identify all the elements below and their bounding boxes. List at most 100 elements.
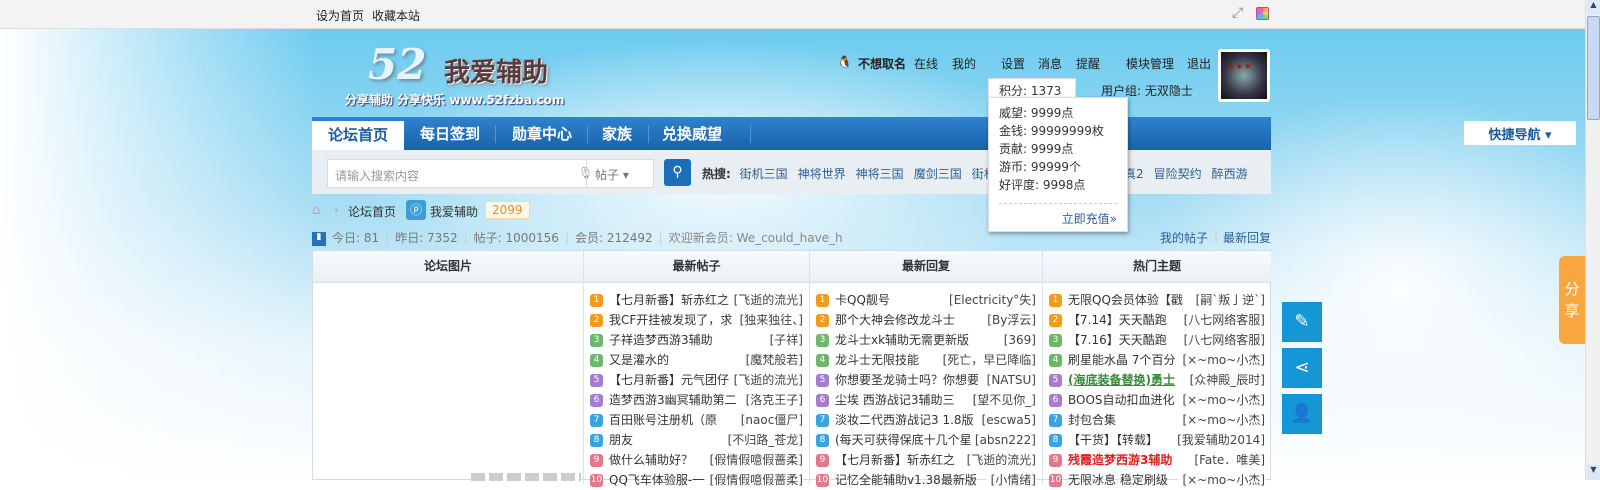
topic-title[interactable]: 封包合集 xyxy=(1068,413,1116,427)
topic-author[interactable]: [八七网络客服] xyxy=(1179,330,1265,350)
topic-author[interactable]: [absn222] xyxy=(970,430,1036,450)
post-button[interactable]: ✎ xyxy=(1282,302,1322,342)
topic-author[interactable]: [小情绪] xyxy=(986,470,1036,490)
logo-number[interactable]: 52 xyxy=(368,40,426,89)
topic-title[interactable]: 【干货】【转载】 xyxy=(1068,433,1158,447)
topic-title[interactable]: 子祥造梦西游3辅助 xyxy=(609,333,713,347)
topic-title[interactable]: 【7.14】天天酷跑 xyxy=(1068,313,1167,327)
topic-title[interactable]: 无限QQ会员体验【戳 xyxy=(1068,293,1183,307)
list-item[interactable]: 2 【7.14】天天酷跑 [八七网络客服] xyxy=(1043,310,1271,330)
user-link-mine[interactable]: 我的 xyxy=(952,55,976,72)
topic-title[interactable]: 造梦西游3幽冥辅助第二 xyxy=(609,393,737,407)
search-input[interactable]: 请输入搜索内容 xyxy=(335,167,419,184)
recharge-link[interactable]: 立即充值» xyxy=(1062,212,1117,226)
list-item[interactable]: 10 记忆全能辅助v1.38最新版 [小情绪] xyxy=(810,470,1042,490)
list-item[interactable]: 2 那个大神会修改龙斗士 [By浮云] xyxy=(810,310,1042,330)
topic-author[interactable]: [×~mo~小杰] xyxy=(1178,410,1265,430)
list-item[interactable]: 10 QQ飞车体验服-一 [假情假噫假蔷柔] xyxy=(584,470,809,490)
topic-author[interactable]: [望不见你_] xyxy=(968,390,1036,410)
list-item[interactable]: 6 造梦西游3幽冥辅助第二 [洛克王子] xyxy=(584,390,809,410)
topic-author[interactable]: [369] xyxy=(999,330,1036,350)
topic-author[interactable]: [×~mo~小杰] xyxy=(1178,390,1265,410)
search-type-select[interactable]: 帖子 ▾ xyxy=(586,160,653,187)
list-item[interactable]: 4 龙斗士无限技能 [死亡，早已降临] xyxy=(810,350,1042,370)
list-item[interactable]: 4 刷星能水晶 7个百分 [×~mo~小杰] xyxy=(1043,350,1271,370)
nav-item-family[interactable]: 家族 xyxy=(602,123,632,144)
home-icon[interactable]: ⌂ xyxy=(312,203,320,218)
list-item[interactable]: 8 朋友 [不归路_苍龙] xyxy=(584,430,809,450)
topic-author[interactable]: [众神殿_辰时] xyxy=(1185,370,1265,390)
latest-replies-link[interactable]: 最新回复 xyxy=(1223,229,1271,246)
user-link-logout[interactable]: 退出 xyxy=(1187,55,1211,72)
newest-member[interactable]: 欢迎新会员: We_could_have_h xyxy=(669,231,843,245)
nav-item-medal-center[interactable]: 勋章中心 xyxy=(512,123,572,144)
list-item[interactable]: 7 淡妆二代西游战记3 1.8版 [escwa5] xyxy=(810,410,1042,430)
scroll-up-arrow[interactable]: ▲ xyxy=(1587,0,1600,15)
search-button[interactable]: ⚲ xyxy=(664,159,691,186)
topic-title[interactable]: BOOS自动扣血进化 xyxy=(1068,393,1175,407)
list-item[interactable]: 1 无限QQ会员体验【戳 [嗣`叛亅逆`] xyxy=(1043,290,1271,310)
breadcrumb-forum-home[interactable]: 论坛首页 xyxy=(348,203,396,220)
breadcrumb-forum[interactable]: 我爱辅助 xyxy=(430,203,478,220)
list-item[interactable]: 3 【7.16】天天酷跑 [八七网络客服] xyxy=(1043,330,1271,350)
topic-author[interactable]: [escwa5] xyxy=(977,410,1036,430)
list-item[interactable]: 4 又是灌水的 [魔梵般若] xyxy=(584,350,809,370)
topic-author[interactable]: [魔梵般若] xyxy=(741,350,803,370)
color-theme-icon[interactable] xyxy=(1256,7,1269,20)
user-center-button[interactable]: 👤 xyxy=(1282,394,1322,434)
topic-author[interactable]: [子祥] xyxy=(765,330,803,350)
topic-title[interactable]: 【七月新番】元气团仔 xyxy=(609,373,729,387)
user-link-settings[interactable]: 设置 xyxy=(1001,55,1025,72)
topic-title[interactable]: 卡QQ靓号 xyxy=(835,293,890,307)
topic-title[interactable]: 【七月新番】斩赤红之 xyxy=(609,293,729,307)
list-item[interactable]: 9 做什么辅助好？ [假情假噫假蔷柔] xyxy=(584,450,809,470)
topic-author[interactable]: [八七网络客服] xyxy=(1179,310,1265,330)
topic-title[interactable]: 无限冰息 稳定刷级 xyxy=(1068,473,1168,487)
fullscreen-icon[interactable]: ⤢ xyxy=(1232,5,1243,21)
topic-author[interactable]: [×~mo~小杰] xyxy=(1178,350,1265,370)
topic-author[interactable]: [独来独往、] xyxy=(735,310,803,330)
topic-title[interactable]: 朋友 xyxy=(609,433,633,447)
list-item[interactable]: 1 【七月新番】斩赤红之 [飞逝的流光] xyxy=(584,290,809,310)
share-tab[interactable]: 分享 xyxy=(1559,256,1585,344)
list-item[interactable]: 9 【七月新番】斩赤红之 [飞逝的流光] xyxy=(810,450,1042,470)
scroll-down-arrow[interactable]: ▼ xyxy=(1587,465,1600,480)
topic-author[interactable]: [×~mo~小杰] xyxy=(1178,470,1265,490)
logo-text[interactable]: 我爱辅助 xyxy=(444,52,548,89)
topic-title[interactable]: 刷星能水晶 7个百分 xyxy=(1068,353,1175,367)
hot-link[interactable]: 魔剑三国 xyxy=(914,167,962,181)
nav-item-daily-checkin[interactable]: 每日签到 xyxy=(420,123,480,144)
list-item[interactable]: 10 无限冰息 稳定刷级 [×~mo~小杰] xyxy=(1043,470,1271,490)
topic-author[interactable]: [嗣`叛亅逆`] xyxy=(1191,290,1265,310)
topic-author[interactable]: [我爱辅助2014] xyxy=(1173,430,1265,450)
scrollbar-thumb[interactable] xyxy=(1587,16,1600,120)
list-item[interactable]: 8 (每天可获得保底十几个星 [absn222] xyxy=(810,430,1042,450)
points-dropdown-toggle[interactable]: 积分: 1373 ▾ xyxy=(988,78,1076,113)
hot-link[interactable]: 冒险契约 xyxy=(1154,167,1202,181)
list-item[interactable]: 9 残霞造梦西游3辅助 [Fate．唯美] xyxy=(1043,450,1271,470)
topic-author[interactable]: [飞逝的流光] xyxy=(729,370,803,390)
nav-item-exchange[interactable]: 兑换威望 xyxy=(662,123,722,144)
list-item[interactable]: 5 (海底装备替换)勇士 [众神殿_辰时] xyxy=(1043,370,1271,390)
list-item[interactable]: 7 百田账号注册机（原 [naoc僵尸] xyxy=(584,410,809,430)
avatar[interactable] xyxy=(1218,49,1270,102)
user-link-messages[interactable]: 消息 xyxy=(1038,55,1062,72)
topic-title[interactable]: 百田账号注册机（原 xyxy=(609,413,717,427)
hot-link[interactable]: 醉西游 xyxy=(1212,167,1248,181)
topic-author[interactable]: [洛克王子] xyxy=(741,390,803,410)
topic-title[interactable]: (每天可获得保底十几个星 xyxy=(835,433,972,447)
topic-author[interactable]: [假情假噫假蔷柔] xyxy=(705,470,803,490)
user-link-module-admin[interactable]: 模块管理 xyxy=(1126,55,1174,72)
topic-title[interactable]: (海底装备替换)勇士 xyxy=(1068,373,1175,387)
username[interactable]: 不想取名 xyxy=(858,55,906,72)
topic-title[interactable]: 记忆全能辅助v1.38最新版 xyxy=(835,473,977,487)
topic-title[interactable]: 又是灌水的 xyxy=(609,353,669,367)
topic-title[interactable]: 龙斗士无限技能 xyxy=(835,353,919,367)
user-link-notifications[interactable]: 提醒 xyxy=(1076,55,1100,72)
topic-author[interactable]: [死亡，早已降临] xyxy=(938,350,1036,370)
bookmark-link[interactable]: 收藏本站 xyxy=(372,7,420,24)
quick-nav-button[interactable]: 快捷导航 ▾ xyxy=(1464,121,1576,145)
list-item[interactable]: 3 子祥造梦西游3辅助 [子祥] xyxy=(584,330,809,350)
hot-link[interactable]: 神将世界 xyxy=(798,167,846,181)
share-button[interactable]: ⋖ xyxy=(1282,348,1322,388)
